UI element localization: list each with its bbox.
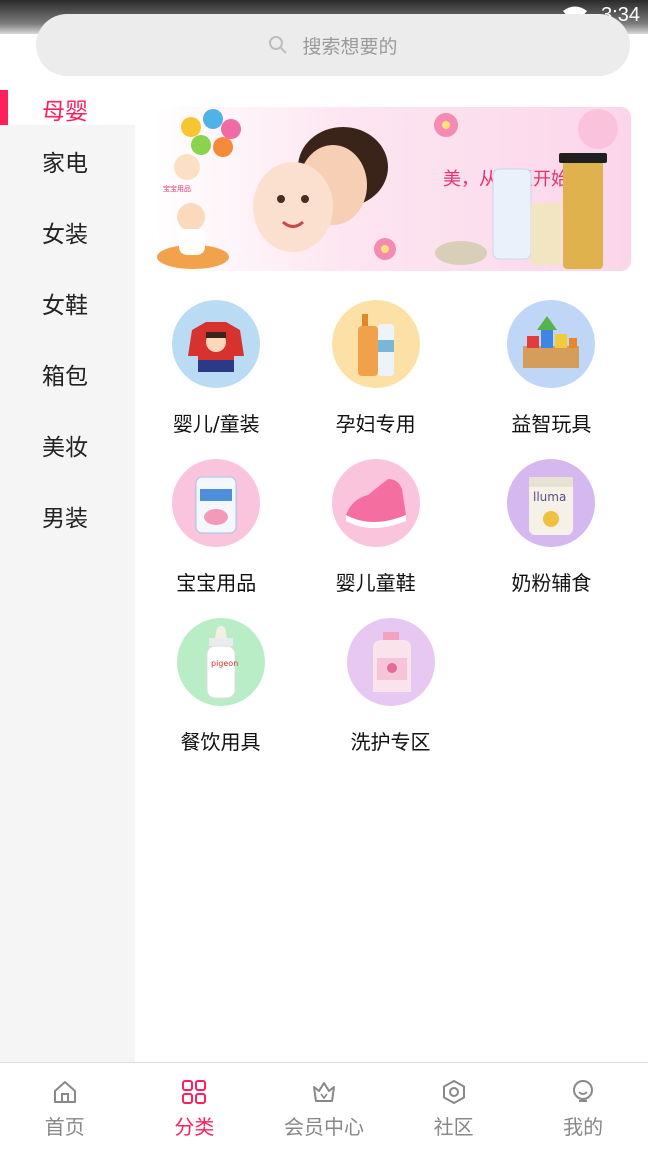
bottom-nav: 首页 分类 会员中心 社区 我的 <box>0 1062 648 1152</box>
svg-text:lluma: lluma <box>533 490 566 504</box>
sidebar-item-meizhuang[interactable]: 美妆 <box>0 409 135 480</box>
category-grid: 婴儿/童装 孕妇专用 益智玩具 宝宝用品 婴儿童鞋 lluma 奶粉辅食 pig… <box>153 300 631 777</box>
nav-label: 社区 <box>433 1115 474 1139</box>
category-baby-shoes[interactable]: 婴儿童鞋 <box>280 459 472 618</box>
grid-icon <box>182 1080 207 1104</box>
nav-label: 我的 <box>563 1115 604 1139</box>
category-label: 奶粉辅食 <box>511 571 592 595</box>
category-label: 宝宝用品 <box>176 571 257 595</box>
detergent-bottle-icon <box>346 618 435 706</box>
nav-home[interactable]: 首页 <box>0 1063 130 1152</box>
sidebar-item-nvzhuang[interactable]: 女装 <box>0 196 135 267</box>
category-kids-clothing[interactable]: 婴儿/童装 <box>153 300 280 459</box>
category-label: 洗护专区 <box>350 730 431 754</box>
nav-category[interactable]: 分类 <box>130 1063 260 1152</box>
baby-shoe-icon <box>331 459 420 547</box>
category-baby-supplies[interactable]: 宝宝用品 <box>153 459 280 618</box>
category-maternity[interactable]: 孕妇专用 <box>280 300 472 459</box>
category-label: 餐饮用具 <box>180 730 261 754</box>
svg-text:pigeon: pigeon <box>211 659 238 668</box>
category-feeding[interactable]: pigeon 餐饮用具 <box>153 618 288 777</box>
sidebar-item-jiadian[interactable]: 家电 <box>0 125 135 196</box>
nav-label: 会员中心 <box>283 1115 364 1139</box>
category-washing-care[interactable]: 洗护专区 <box>288 618 493 777</box>
building-blocks-icon <box>507 300 596 388</box>
category-row: 婴儿/童装 孕妇专用 益智玩具 <box>153 300 631 459</box>
sidebar-item-xiangbao[interactable]: 箱包 <box>0 338 135 409</box>
search-icon <box>269 36 288 54</box>
search-input[interactable]: 搜索想要的 <box>36 14 630 76</box>
crown-icon <box>312 1082 335 1102</box>
sidebar-item-nvxie[interactable]: 女鞋 <box>0 267 135 338</box>
nav-label: 首页 <box>44 1115 85 1139</box>
maternity-lotion-icon <box>331 300 420 388</box>
category-toys[interactable]: 益智玩具 <box>472 300 631 459</box>
category-label: 孕妇专用 <box>335 412 416 436</box>
hexagon-icon <box>442 1080 465 1104</box>
baby-bottle-icon: pigeon <box>176 618 265 706</box>
promo-banner[interactable]: 宝宝用品 美，从这里开始 . . . <box>153 107 631 271</box>
category-row: pigeon 餐饮用具 洗护专区 <box>153 618 631 777</box>
sidebar-item-muying[interactable]: 母婴 <box>0 90 135 125</box>
screen: 3:34 搜索想要的 母婴 家电 女装 女鞋 箱包 美妆 男装 宝宝用品 婴儿/… <box>0 0 648 1152</box>
home-icon <box>53 1081 76 1103</box>
category-sidebar: 母婴 家电 女装 女鞋 箱包 美妆 男装 <box>0 90 135 1062</box>
category-formula[interactable]: lluma 奶粉辅食 <box>472 459 631 618</box>
search-placeholder: 搜索想要的 <box>302 35 398 58</box>
svg-text:宝宝用品: 宝宝用品 <box>163 184 191 193</box>
nav-member-center[interactable]: 会员中心 <box>259 1063 389 1152</box>
diaper-pack-icon <box>172 459 261 547</box>
category-label: 婴儿/童装 <box>172 412 260 436</box>
milk-powder-can-icon: lluma <box>507 459 596 547</box>
nav-community[interactable]: 社区 <box>389 1063 519 1152</box>
category-label: 益智玩具 <box>511 412 592 436</box>
profile-icon <box>573 1080 594 1102</box>
nav-profile[interactable]: 我的 <box>518 1063 648 1152</box>
sidebar-item-nanzhuang[interactable]: 男装 <box>0 480 135 551</box>
category-label: 婴儿童鞋 <box>335 571 416 595</box>
nav-label: 分类 <box>174 1115 215 1139</box>
kids-sweater-icon <box>172 300 261 388</box>
category-row: 宝宝用品 婴儿童鞋 lluma 奶粉辅食 <box>153 459 631 618</box>
banner-artwork: 宝宝用品 美，从这里开始 . . . <box>157 109 618 269</box>
